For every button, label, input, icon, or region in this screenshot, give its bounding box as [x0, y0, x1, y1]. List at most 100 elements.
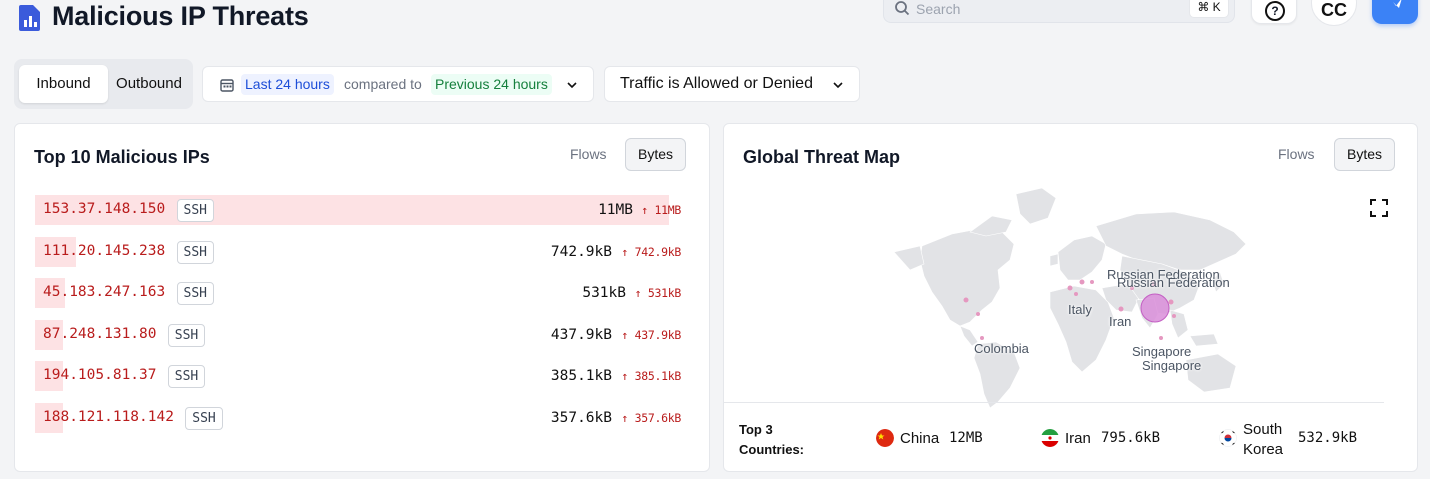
bubble-europe-3[interactable] [1074, 292, 1078, 296]
ip-row[interactable]: 111.20.145.238 SSH 742.9kB ↑ 742.9kB [35, 236, 683, 267]
ip-address[interactable]: 194.105.81.37 [43, 367, 157, 383]
chevron-down-icon [833, 82, 843, 89]
delta-value: 357.6kB [634, 411, 682, 425]
map-label-singapore: Singapore [1142, 358, 1202, 373]
china-flag-icon [876, 429, 894, 447]
bubble-europe-1[interactable] [1079, 279, 1085, 285]
ip-bytes-value: 437.9kB [550, 326, 612, 343]
top-countries-label: Top 3 Countries: [739, 420, 804, 460]
time-range-selector[interactable]: Last 24 hours compared to Previous 24 ho… [202, 66, 594, 102]
top-ips-card: Top 10 Malicious IPs Flows Bytes 153.37.… [14, 123, 710, 472]
bubble-singapore[interactable] [1159, 336, 1163, 340]
ip-address[interactable]: 153.37.148.150 [43, 201, 165, 217]
metric-toggle: Flows Bytes [1278, 138, 1398, 171]
country-name: Iran [1065, 430, 1091, 447]
service-tag: SSH [185, 407, 223, 430]
map-label-russia: Russian Federation [1117, 275, 1230, 290]
threat-map-card: Global Threat Map Flows Bytes Russian Fe… [723, 123, 1418, 472]
arrow-up-icon: ↑ [621, 327, 635, 342]
sparkle-icon [1393, 0, 1402, 8]
ip-row[interactable]: 194.105.81.37 SSH 385.1kB ↑ 385.1kB [35, 361, 683, 392]
delta-value: 385.1kB [634, 369, 682, 384]
country-value: 12MB [949, 430, 983, 446]
search-placeholder: Search [916, 1, 961, 17]
bubble-iran[interactable] [1118, 306, 1124, 312]
top-countries-label-line: Top 3 [739, 422, 773, 437]
traffic-filter-label: Traffic is Allowed or Denied [620, 75, 813, 92]
flows-toggle[interactable]: Flows [1278, 146, 1315, 162]
ip-address[interactable]: 45.183.247.163 [43, 284, 165, 300]
inbound-tab[interactable]: Inbound [19, 65, 108, 103]
ip-bytes-delta: ↑ 742.9kB [621, 245, 681, 259]
country-name-line: Korea [1243, 441, 1284, 458]
bubble-europe-2[interactable] [1067, 285, 1073, 291]
previous-range-pill: Previous 24 hours [431, 74, 552, 95]
page-header: Malicious IP Threats Search ⌘ K ? CC [0, 0, 1430, 50]
help-icon: ? [1265, 1, 1285, 21]
compared-to-label: compared to [344, 76, 422, 92]
country-value: 532.9kB [1298, 430, 1358, 446]
country-name: China [900, 430, 940, 447]
fullscreen-icon[interactable] [1369, 198, 1389, 218]
divider [724, 402, 1384, 403]
map-label-italy: Italy [1068, 302, 1092, 317]
traffic-action-filter[interactable]: Traffic is Allowed or Denied [604, 66, 860, 102]
ip-address[interactable]: 87.248.131.80 [43, 326, 157, 342]
direction-toggle: Inbound Outbound [14, 59, 193, 109]
ip-row[interactable]: 153.37.148.150 SSH 11MB ↑ 11MB [35, 195, 683, 225]
ip-row[interactable]: 87.248.131.80 SSH 437.9kB ↑ 437.9kB [35, 319, 683, 350]
ai-assistant-button[interactable] [1372, 0, 1418, 24]
bubble-europe-4[interactable] [1090, 280, 1094, 284]
map-label-iran: Iran [1109, 314, 1132, 329]
current-range-pill: Last 24 hours [241, 74, 334, 95]
search-input[interactable]: Search ⌘ K [883, 0, 1235, 23]
delta-value: 531kB [647, 286, 681, 301]
chevron-down-icon [567, 82, 577, 89]
delta-value: 11MB [654, 203, 682, 217]
ip-row[interactable]: 188.121.118.142 SSH 357.6kB ↑ 357.6kB [35, 403, 683, 433]
service-tag: SSH [167, 365, 206, 389]
bytes-toggle[interactable]: Bytes [625, 138, 687, 171]
outbound-tab[interactable]: Outbound [108, 65, 190, 103]
flows-toggle[interactable]: Flows [570, 146, 607, 162]
ip-bytes-delta: ↑ 437.9kB [621, 328, 681, 342]
bubble-south-korea[interactable] [1168, 299, 1174, 305]
arrow-up-icon: ↑ [621, 411, 635, 425]
country-value: 795.6kB [1101, 430, 1161, 446]
service-tag: SSH [176, 240, 214, 264]
page-title: Malicious IP Threats [52, 1, 309, 31]
arrow-up-icon: ↑ [621, 369, 635, 384]
bytes-toggle[interactable]: Bytes [1334, 138, 1396, 171]
report-icon [19, 5, 40, 31]
world-map[interactable] [874, 184, 1254, 409]
ip-row[interactable]: 45.183.247.163 SSH 531kB ↑ 531kB [35, 278, 683, 309]
ip-address[interactable]: 188.121.118.142 [43, 409, 174, 425]
service-tag: SSH [167, 323, 206, 347]
map-land [893, 187, 1247, 409]
ip-bytes-delta: ↑ 357.6kB [621, 411, 681, 425]
south-korea-flag-icon [1219, 429, 1237, 447]
map-label-colombia: Colombia [974, 341, 1029, 356]
arrow-up-icon: ↑ [641, 203, 655, 217]
ip-address[interactable]: 111.20.145.238 [43, 243, 165, 259]
country-name: South Korea [1243, 420, 1283, 460]
bubble-asia-2[interactable] [1172, 314, 1176, 318]
delta-value: 742.9kB [634, 244, 682, 259]
metric-toggle: Flows Bytes [570, 138, 690, 171]
bubble-colombia[interactable] [980, 336, 984, 340]
search-shortcut-badge: ⌘ K [1189, 0, 1229, 18]
ip-bytes-value: 742.9kB [550, 243, 612, 260]
country-name-line: South [1243, 421, 1283, 438]
ip-bytes-value: 531kB [582, 285, 626, 302]
ip-bytes-value: 11MB [598, 202, 633, 218]
bubble-central-america[interactable] [976, 312, 980, 316]
bubble-china[interactable] [1140, 293, 1170, 323]
help-button[interactable]: ? [1251, 0, 1297, 24]
service-tag: SSH [176, 282, 214, 306]
user-avatar[interactable]: CC [1311, 0, 1357, 26]
arrow-up-icon: ↑ [621, 244, 635, 259]
ip-bytes-delta: ↑ 11MB [641, 203, 681, 217]
search-icon [895, 1, 910, 16]
bubble-north-america[interactable] [963, 297, 969, 303]
ip-bytes-delta: ↑ 531kB [635, 286, 682, 301]
